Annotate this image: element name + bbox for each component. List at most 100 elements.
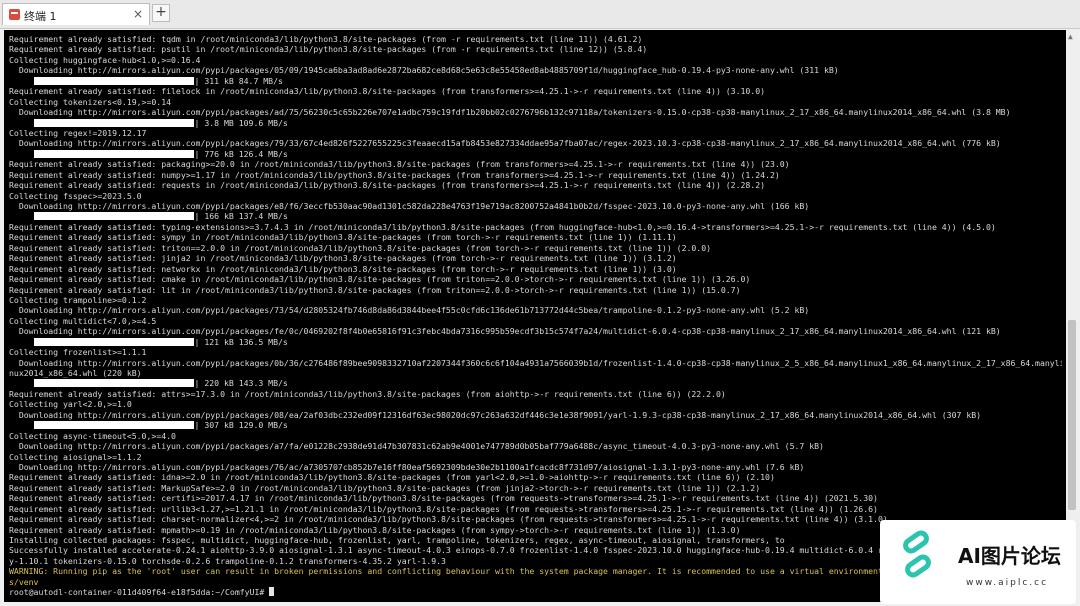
terminal-line: Collecting async-timeout<5.0,>=4.0 [9, 431, 1062, 441]
terminal-line: Downloading http://mirrors.aliyun.com/py… [9, 305, 1062, 315]
terminal-line-text: Downloading http://mirrors.aliyun.com/py… [9, 201, 810, 211]
terminal-line-text: Installing collected packages: fsspec, m… [9, 535, 785, 545]
terminal-line-text: Collecting multidict<7.0,>=4.5 [9, 315, 157, 326]
terminal-line: Collecting aiosignal>=1.1.2 [9, 452, 1062, 462]
progress-line: | 307 kB 129.0 MB/s [9, 420, 1062, 430]
progress-bar [33, 421, 194, 430]
terminal-line: Collecting fsspec>=2023.5.0 [9, 191, 1062, 201]
terminal-line-text: Successfully installed accelerate-0.24.1… [9, 545, 883, 556]
terminal-line-text: Collecting regex!=2019.12.17 [9, 127, 147, 138]
terminal-line: Collecting tokenizers<0.19,>=0.14 [9, 97, 1062, 107]
terminal-line: Requirement already satisfied: filelock … [9, 86, 1062, 96]
terminal-line-text: Requirement already satisfied: cmake in … [9, 274, 751, 285]
tab-label: 终端 1 [24, 10, 57, 23]
tab-terminal-1[interactable]: 终端 1 × [2, 3, 150, 25]
terminal-line-text: Requirement already satisfied: psutil in… [9, 44, 648, 55]
progress-bar [33, 212, 194, 221]
terminal-line: Collecting regex!=2019.12.17 [9, 128, 1062, 138]
terminal-line: Requirement already satisfied: cmake in … [9, 274, 1062, 284]
terminal-line-text: | 307 kB 129.0 MB/s [194, 420, 288, 431]
terminal-line-text: Requirement already satisfied: numpy>=1.… [9, 169, 780, 180]
progress-line: | 166 kB 137.4 MB/s [9, 211, 1062, 221]
terminal-line: Requirement already satisfied: attrs>=17… [9, 389, 1062, 399]
terminal-line-text: Requirement already satisfied: jinja2 in… [9, 253, 677, 264]
terminal-line-text: Requirement already satisfied: typing-ex… [9, 221, 996, 232]
terminal-line-text: Requirement already satisfied: certifi>=… [9, 493, 878, 504]
terminal-line: Requirement already satisfied: jinja2 in… [9, 253, 1062, 263]
scrollbar-thumb[interactable] [1068, 320, 1076, 510]
terminal-line-text: Requirement already satisfied: filelock … [9, 86, 766, 97]
terminal-line: Downloading http://mirrors.aliyun.com/py… [9, 107, 1062, 117]
terminal-line-text: | 776 kB 126.4 MB/s [194, 148, 288, 159]
terminal-line-text: Collecting fsspec>=2023.5.0 [9, 190, 142, 201]
terminal-line-text: Collecting yarl<2.0,>=1.0 [9, 399, 132, 410]
scrollbar[interactable]: ▲ [1066, 30, 1078, 602]
terminal-line-text: Downloading http://mirrors.aliyun.com/py… [9, 461, 805, 472]
terminal-icon [9, 9, 20, 20]
text-cursor [269, 587, 275, 597]
terminal-line: Requirement already satisfied: typing-ex… [9, 222, 1062, 232]
watermark-brand: AI图片论坛 [958, 544, 1061, 568]
terminal-line: Downloading http://mirrors.aliyun.com/py… [9, 410, 1062, 420]
terminal-line-text: Requirement already satisfied: urllib3<1… [9, 503, 878, 514]
logo-icon [899, 527, 933, 557]
terminal-line: Requirement already satisfied: urllib3<1… [9, 504, 1062, 514]
terminal-line-text: Collecting async-timeout<5.0,>=4.0 [9, 430, 176, 441]
progress-bar [33, 337, 194, 346]
terminal-line: Requirement already satisfied: networkx … [9, 264, 1062, 274]
terminal-line: Requirement already satisfied: packaging… [9, 159, 1062, 169]
terminal-line: Collecting huggingface-hub<1.0,>=0.16.4 [9, 55, 1062, 65]
terminal-line-text: Collecting frozenlist>=1.1.1 [9, 347, 147, 358]
terminal-line: Downloading http://mirrors.aliyun.com/py… [9, 65, 1062, 75]
terminal-line: Collecting trampoline>=0.1.2 [9, 295, 1062, 305]
terminal-line: Downloading http://mirrors.aliyun.com/py… [9, 138, 1062, 148]
terminal-line-text: Downloading http://mirrors.aliyun.com/py… [9, 441, 824, 452]
terminal-line: Requirement already satisfied: tqdm in /… [9, 34, 1062, 44]
terminal-line-text: Collecting tokenizers<0.19,>=0.14 [9, 96, 172, 107]
terminal-line: Requirement already satisfied: sympy in … [9, 232, 1062, 242]
progress-bar [33, 118, 194, 127]
terminal-line-text: Downloading http://mirrors.aliyun.com/py… [9, 305, 810, 316]
terminal-line-text: WARNING: Running pip as the 'root' user … [9, 566, 883, 577]
terminal-line: Collecting multidict<7.0,>=4.5 [9, 316, 1062, 326]
progress-line: | 311 kB 84.7 MB/s [9, 76, 1062, 86]
terminal-line: nux2014_x86_64.whl (220 kB) [9, 368, 1062, 378]
logo-icon-lower [901, 551, 935, 581]
terminal-line: Requirement already satisfied: lit in /r… [9, 285, 1062, 295]
new-tab-button[interactable]: + [152, 4, 170, 22]
terminal-line: Collecting yarl<2.0,>=1.0 [9, 399, 1062, 409]
terminal-line-text: Downloading http://mirrors.aliyun.com/py… [9, 357, 1062, 368]
progress-bar [33, 76, 194, 85]
terminal-line-text: Requirement already satisfied: idna>=2.0… [9, 472, 775, 483]
terminal-line-text: y-1.10.1 tokenizers-0.15.0 torchsde-0.2.… [9, 555, 446, 566]
terminal-output[interactable]: Requirement already satisfied: tqdm in /… [4, 30, 1066, 602]
progress-line: | 220 kB 143.3 MB/s [9, 378, 1062, 388]
terminal-line-text: | 121 kB 136.5 MB/s [194, 336, 288, 347]
terminal-line-text: Requirement already satisfied: networkx … [9, 263, 677, 274]
terminal-line-text: Downloading http://mirrors.aliyun.com/py… [9, 326, 1001, 337]
terminal-line: Collecting frozenlist>=1.1.1 [9, 347, 1062, 357]
terminal-line: Requirement already satisfied: requests … [9, 180, 1062, 190]
close-tab-icon[interactable]: × [133, 7, 143, 21]
terminal-line: Requirement already satisfied: MarkupSaf… [9, 483, 1062, 493]
terminal-line-text: Requirement already satisfied: lit in /r… [9, 284, 741, 295]
scroll-up-icon[interactable]: ▲ [1068, 32, 1073, 41]
terminal-line-text: Requirement already satisfied: packaging… [9, 159, 790, 170]
terminal-line-text: Requirement already satisfied: charset-n… [9, 514, 888, 525]
terminal-line-text: Requirement already satisfied: requests … [9, 180, 766, 191]
watermark-logo: AI图片论坛 www.aiplc.cc [880, 520, 1076, 604]
terminal-line-text: Downloading http://mirrors.aliyun.com/py… [9, 138, 1001, 149]
terminal-line-text: | 220 kB 143.3 MB/s [194, 378, 288, 389]
terminal-line-text: nux2014_x86_64.whl (220 kB) [9, 368, 142, 378]
terminal-line-text: Requirement already satisfied: mpmath>=0… [9, 524, 741, 535]
tab-bar: 终端 1 × + [0, 0, 1080, 29]
terminal-lines: Requirement already satisfied: tqdm in /… [9, 34, 1062, 598]
terminal-line-text: Downloading http://mirrors.aliyun.com/py… [9, 65, 839, 76]
terminal-line: Requirement already satisfied: numpy>=1.… [9, 170, 1062, 180]
terminal-line: Downloading http://mirrors.aliyun.com/py… [9, 326, 1062, 336]
watermark-url: www.aiplc.cc [966, 578, 1049, 588]
terminal-line-text: Requirement already satisfied: triton==2… [9, 242, 712, 253]
terminal-line-text: Downloading http://mirrors.aliyun.com/py… [9, 107, 1011, 118]
terminal-line-text: Downloading http://mirrors.aliyun.com/py… [9, 409, 982, 420]
progress-line: | 776 kB 126.4 MB/s [9, 149, 1062, 159]
